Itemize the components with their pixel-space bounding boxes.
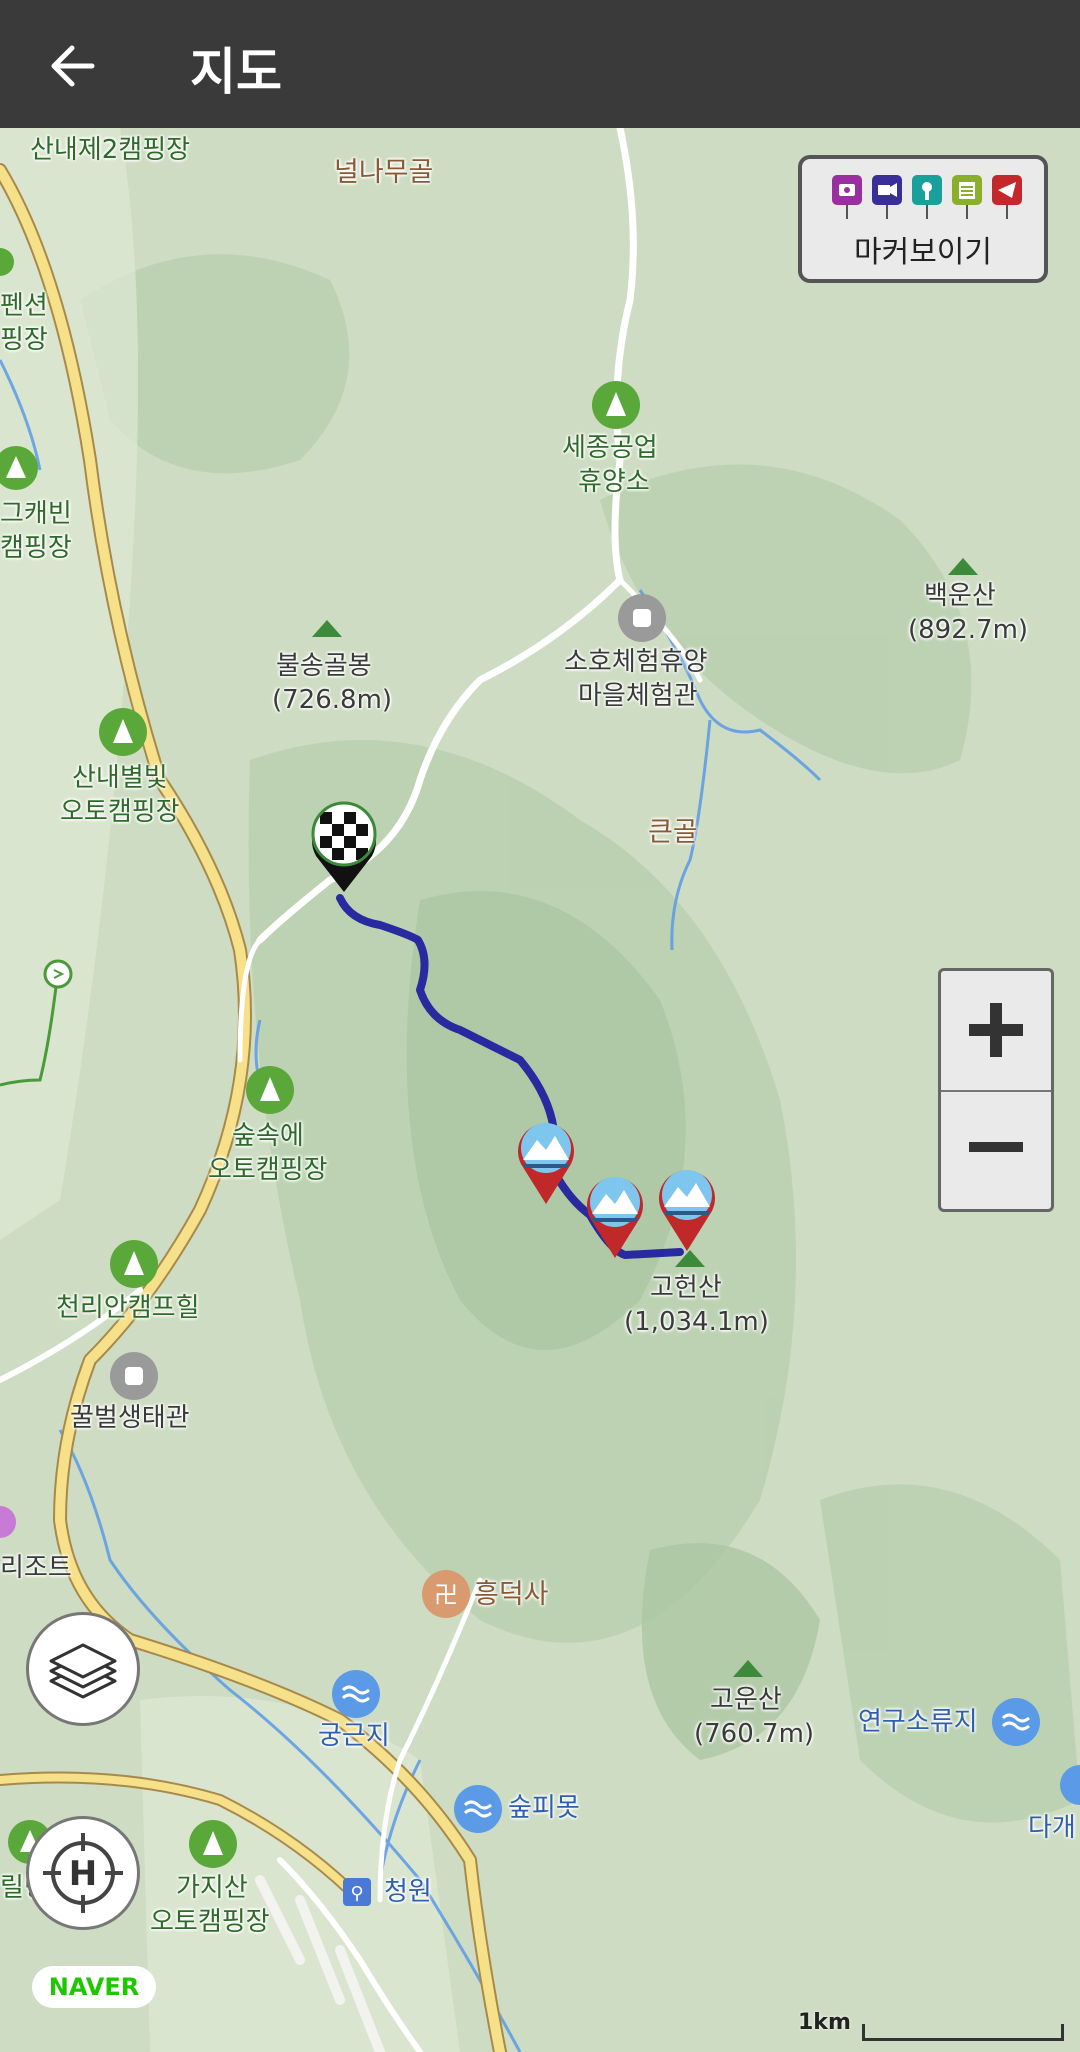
map-label: 고헌산 bbox=[650, 1273, 722, 1303]
map-label: 소호체험휴양 bbox=[564, 647, 708, 677]
map-label: 오토캠핑장 bbox=[208, 1155, 328, 1185]
map-label: (1,034.1m) bbox=[624, 1307, 769, 1337]
map-label: 흥덕사 bbox=[474, 1579, 549, 1610]
show-markers-button[interactable]: 마커보이기 bbox=[798, 155, 1048, 283]
arrow-left-icon bbox=[51, 45, 95, 87]
map-label: 큰골 bbox=[648, 817, 698, 848]
plus-icon bbox=[969, 1003, 1023, 1057]
map-label: 백운산 bbox=[924, 581, 996, 611]
map-label: 리조트 bbox=[0, 1553, 72, 1583]
zoom-in-button[interactable] bbox=[941, 971, 1051, 1092]
map-label: 꿀벌생태관 bbox=[70, 1403, 190, 1433]
map-label: 천리안캠프힐 bbox=[56, 1293, 200, 1323]
map-label: 오토캠핑장 bbox=[150, 1907, 270, 1937]
map-label: 궁근지 bbox=[318, 1721, 390, 1751]
svg-text:卍: 卍 bbox=[434, 1581, 458, 1609]
svg-text:H: H bbox=[69, 1854, 97, 1894]
layers-button[interactable] bbox=[26, 1612, 140, 1726]
mountain-photo-marker-3[interactable] bbox=[654, 1163, 720, 1253]
map-label: 불송골봉 bbox=[276, 651, 372, 681]
map-label: 청원 bbox=[384, 1877, 432, 1907]
map-label: 핑장 bbox=[0, 325, 48, 355]
map-label: 고운산 bbox=[710, 1685, 782, 1715]
map-label: (892.7m) bbox=[908, 615, 1029, 645]
map-label: 휴양소 bbox=[578, 467, 650, 497]
marker-type-icons bbox=[832, 175, 1022, 219]
map-label: 그캐빈 bbox=[0, 499, 72, 529]
minus-icon bbox=[969, 1142, 1023, 1152]
app-header: 지도 bbox=[0, 0, 1080, 128]
map-label: 널나무골 bbox=[334, 157, 434, 188]
mountain-photo-marker-1[interactable] bbox=[513, 1116, 579, 1206]
map-label: 다개 bbox=[1028, 1813, 1076, 1843]
map-label: 산내별빛 bbox=[72, 763, 168, 793]
layers-icon bbox=[49, 1643, 117, 1699]
map-label: 펜션 bbox=[0, 291, 48, 321]
svg-text:⚲: ⚲ bbox=[350, 1883, 363, 1904]
zoom-out-button[interactable] bbox=[941, 1091, 1051, 1210]
my-location-button[interactable]: H bbox=[26, 1816, 140, 1930]
map-label: 연구소류지 bbox=[858, 1707, 978, 1737]
back-button[interactable] bbox=[48, 40, 100, 92]
map-label: 세종공업 bbox=[562, 433, 658, 463]
show-markers-label: 마커보이기 bbox=[854, 235, 992, 270]
gps-locate-icon: H bbox=[43, 1833, 123, 1913]
map-label: 오토캠핑장 bbox=[60, 797, 180, 827]
scale-bar bbox=[862, 2024, 1064, 2041]
map-label: 숲속에 bbox=[232, 1121, 304, 1151]
map-canvas[interactable]: 卍 ⚲ 산내제2캠핑장 널나무골 펜션 핑장 세종공업 휴양소 그캐빈 캠핑장 … bbox=[0, 128, 1080, 2052]
checkered-flag-marker[interactable] bbox=[304, 796, 384, 896]
naver-logo: NAVER bbox=[32, 1966, 156, 2008]
map-label: 숲피못 bbox=[508, 1793, 580, 1823]
poi-icons: 卍 ⚲ bbox=[0, 248, 1080, 1906]
scale-label: 1km bbox=[798, 2010, 851, 2035]
zoom-control bbox=[938, 968, 1054, 1212]
mountain-photo-marker-2[interactable] bbox=[582, 1170, 648, 1260]
map-label: (760.7m) bbox=[694, 1719, 815, 1749]
page-title: 지도 bbox=[190, 43, 282, 101]
map-label: 마을체험관 bbox=[578, 681, 698, 711]
map-label: (726.8m) bbox=[272, 685, 393, 715]
map-label: 가지산 bbox=[176, 1873, 248, 1903]
map-label: 캠핑장 bbox=[0, 533, 72, 563]
map-label: 산내제2캠핑장 bbox=[30, 135, 191, 165]
